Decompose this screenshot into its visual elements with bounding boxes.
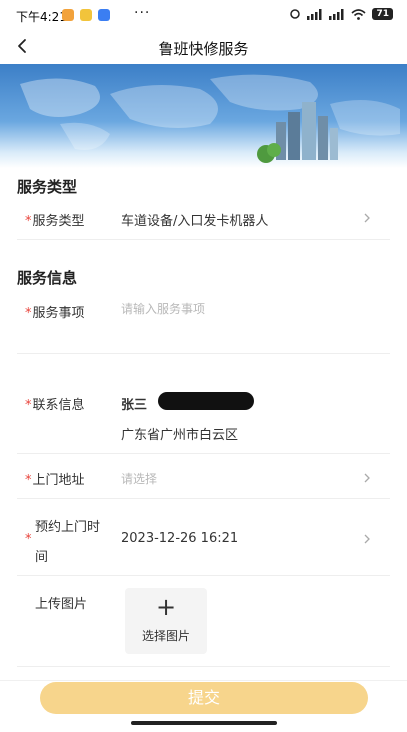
section-title-service-type: 服务类型 [17, 178, 78, 196]
required-star: * [25, 532, 32, 547]
status-right: 71 [289, 8, 393, 20]
chevron-right-icon [364, 534, 370, 544]
app-notification-icon [62, 9, 74, 21]
more-dots-icon: ··· [134, 5, 151, 21]
required-star: * [25, 473, 32, 488]
section-title-service-info: 服务信息 [17, 269, 78, 287]
visit-address-row[interactable]: *上门地址 请选择 [17, 455, 390, 499]
navigation-bar: 鲁班快修服务 [0, 30, 407, 64]
appointment-label-line1: 预约上门时 [35, 520, 101, 535]
status-time: 下午4:21 [16, 10, 67, 24]
required-star: * [25, 306, 32, 321]
contact-info-row[interactable]: *联系信息 张三 广东省广州市白云区 [17, 378, 390, 454]
banner-image [0, 64, 407, 168]
chevron-right-icon [364, 213, 370, 223]
app-notification-icon [80, 9, 92, 21]
service-type-value: 车道设备/入口发卡机器人 [121, 214, 269, 229]
service-type-row[interactable]: *服务类型 车道设备/入口发卡机器人 [17, 198, 390, 240]
wifi-icon [351, 8, 367, 20]
contact-info-label: *联系信息 [25, 398, 85, 413]
battery-icon: 71 [372, 8, 393, 20]
app-notification-icon [98, 9, 110, 21]
appointment-time-value: 2023-12-26 16:21 [121, 531, 239, 546]
signal-icon [307, 8, 322, 20]
appointment-label-line2: 间 [35, 550, 49, 565]
notification-icons [62, 9, 110, 21]
redacted-phone [158, 392, 254, 410]
visit-address-select: 请选择 [121, 472, 158, 486]
status-bar: 下午4:21 ··· 71 [0, 0, 407, 30]
visit-address-label: *上门地址 [25, 473, 85, 488]
service-item-row: *服务事项 请输入服务事项 [17, 290, 390, 354]
select-image-button[interactable]: + 选择图片 [125, 588, 207, 654]
required-star: * [25, 214, 32, 229]
service-type-label: *服务类型 [25, 214, 85, 229]
select-image-label: 选择图片 [141, 629, 190, 643]
required-star: * [25, 398, 32, 413]
upload-images-label: 上传图片 [35, 597, 88, 612]
service-item-label: *服务事项 [25, 306, 85, 321]
plus-icon: + [155, 593, 177, 621]
home-indicator [131, 721, 277, 725]
world-map-illustration [20, 74, 400, 163]
page-title: 鲁班快修服务 [158, 40, 249, 58]
signal-icon [329, 8, 344, 20]
service-item-input[interactable]: 请输入服务事项 [121, 300, 205, 317]
submit-button[interactable]: 提交 [40, 682, 368, 714]
contact-name: 张三 [121, 398, 148, 413]
alarm-icon [290, 9, 301, 19]
contact-address: 广东省广州市白云区 [121, 428, 239, 443]
chevron-right-icon [364, 473, 370, 483]
appointment-time-row[interactable]: 预约上门时 * 间 2023-12-26 16:21 [17, 500, 390, 576]
